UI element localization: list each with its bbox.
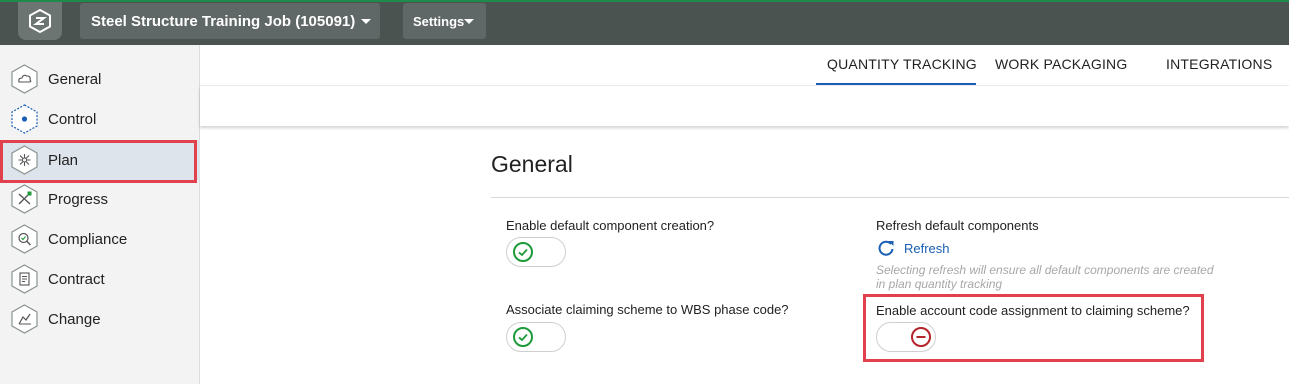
job-select[interactable]: Steel Structure Training Job (105091) (80, 3, 380, 39)
sidebar-item-general[interactable]: General (0, 59, 200, 99)
change-chart-icon (11, 304, 38, 334)
tab-work-packaging[interactable]: WORK PACKAGING (995, 56, 1127, 72)
check-icon (513, 327, 533, 347)
top-bar: Steel Structure Training Job (105091) Se… (0, 0, 1289, 45)
tab-integrations[interactable]: INTEGRATIONS (1166, 56, 1272, 72)
settings-label: Settings (413, 13, 465, 29)
tab-quantity-tracking[interactable]: QUANTITY TRACKING (827, 56, 977, 72)
progress-tools-icon (11, 184, 38, 214)
app-logo-icon[interactable] (18, 2, 62, 40)
chevron-down-icon (464, 19, 474, 24)
plan-highlight-box (0, 140, 197, 183)
refresh-icon (878, 240, 894, 256)
associate-claiming-scheme-toggle[interactable] (506, 322, 566, 352)
chevron-down-icon (361, 19, 371, 24)
sidebar-item-label: Compliance (48, 231, 128, 248)
sidebar-item-label: Change (48, 311, 101, 328)
section-divider (491, 197, 1289, 198)
sidebar-item-change[interactable]: Change (0, 299, 200, 339)
section-title: General (491, 151, 573, 177)
sub-toolbar (200, 86, 1289, 126)
contract-document-icon (11, 264, 38, 294)
compliance-search-icon (11, 224, 38, 254)
sidebar-item-label: Progress (48, 191, 109, 208)
enable-default-component-label: Enable default component creation? (506, 218, 715, 233)
enable-default-component-toggle[interactable] (506, 237, 566, 267)
active-tab-indicator (816, 83, 976, 85)
minus-circle-icon (911, 327, 931, 347)
refresh-hint: Selecting refresh will ensure all defaul… (876, 263, 1214, 291)
refresh-label: Refresh (904, 240, 950, 256)
sidebar-item-label: General (48, 71, 102, 88)
settings-dropdown[interactable]: Settings (403, 3, 486, 39)
control-dot-icon (11, 104, 38, 134)
refresh-default-components-label: Refresh default components (876, 218, 1039, 233)
sidebar-item-control[interactable]: Control (0, 99, 200, 139)
sidebar-item-label: Contract (48, 271, 105, 288)
sidebar: General Control Plan Progress Compliance… (0, 45, 200, 384)
cloud-icon (11, 64, 38, 94)
job-select-value: Steel Structure Training Job (105091) (91, 12, 356, 30)
sidebar-item-compliance[interactable]: Compliance (0, 219, 200, 259)
check-icon (513, 242, 533, 262)
associate-claiming-scheme-label: Associate claiming scheme to WBS phase c… (506, 302, 789, 317)
tab-bar: QUANTITY TRACKING WORK PACKAGING INTEGRA… (200, 45, 1289, 86)
refresh-button[interactable]: Refresh (876, 238, 950, 258)
sidebar-item-progress[interactable]: Progress (0, 179, 200, 219)
enable-account-code-label: Enable account code assignment to claimi… (876, 303, 1190, 318)
sidebar-item-label: Control (48, 111, 97, 128)
sidebar-item-contract[interactable]: Contract (0, 259, 200, 299)
enable-account-code-toggle[interactable] (876, 322, 936, 352)
